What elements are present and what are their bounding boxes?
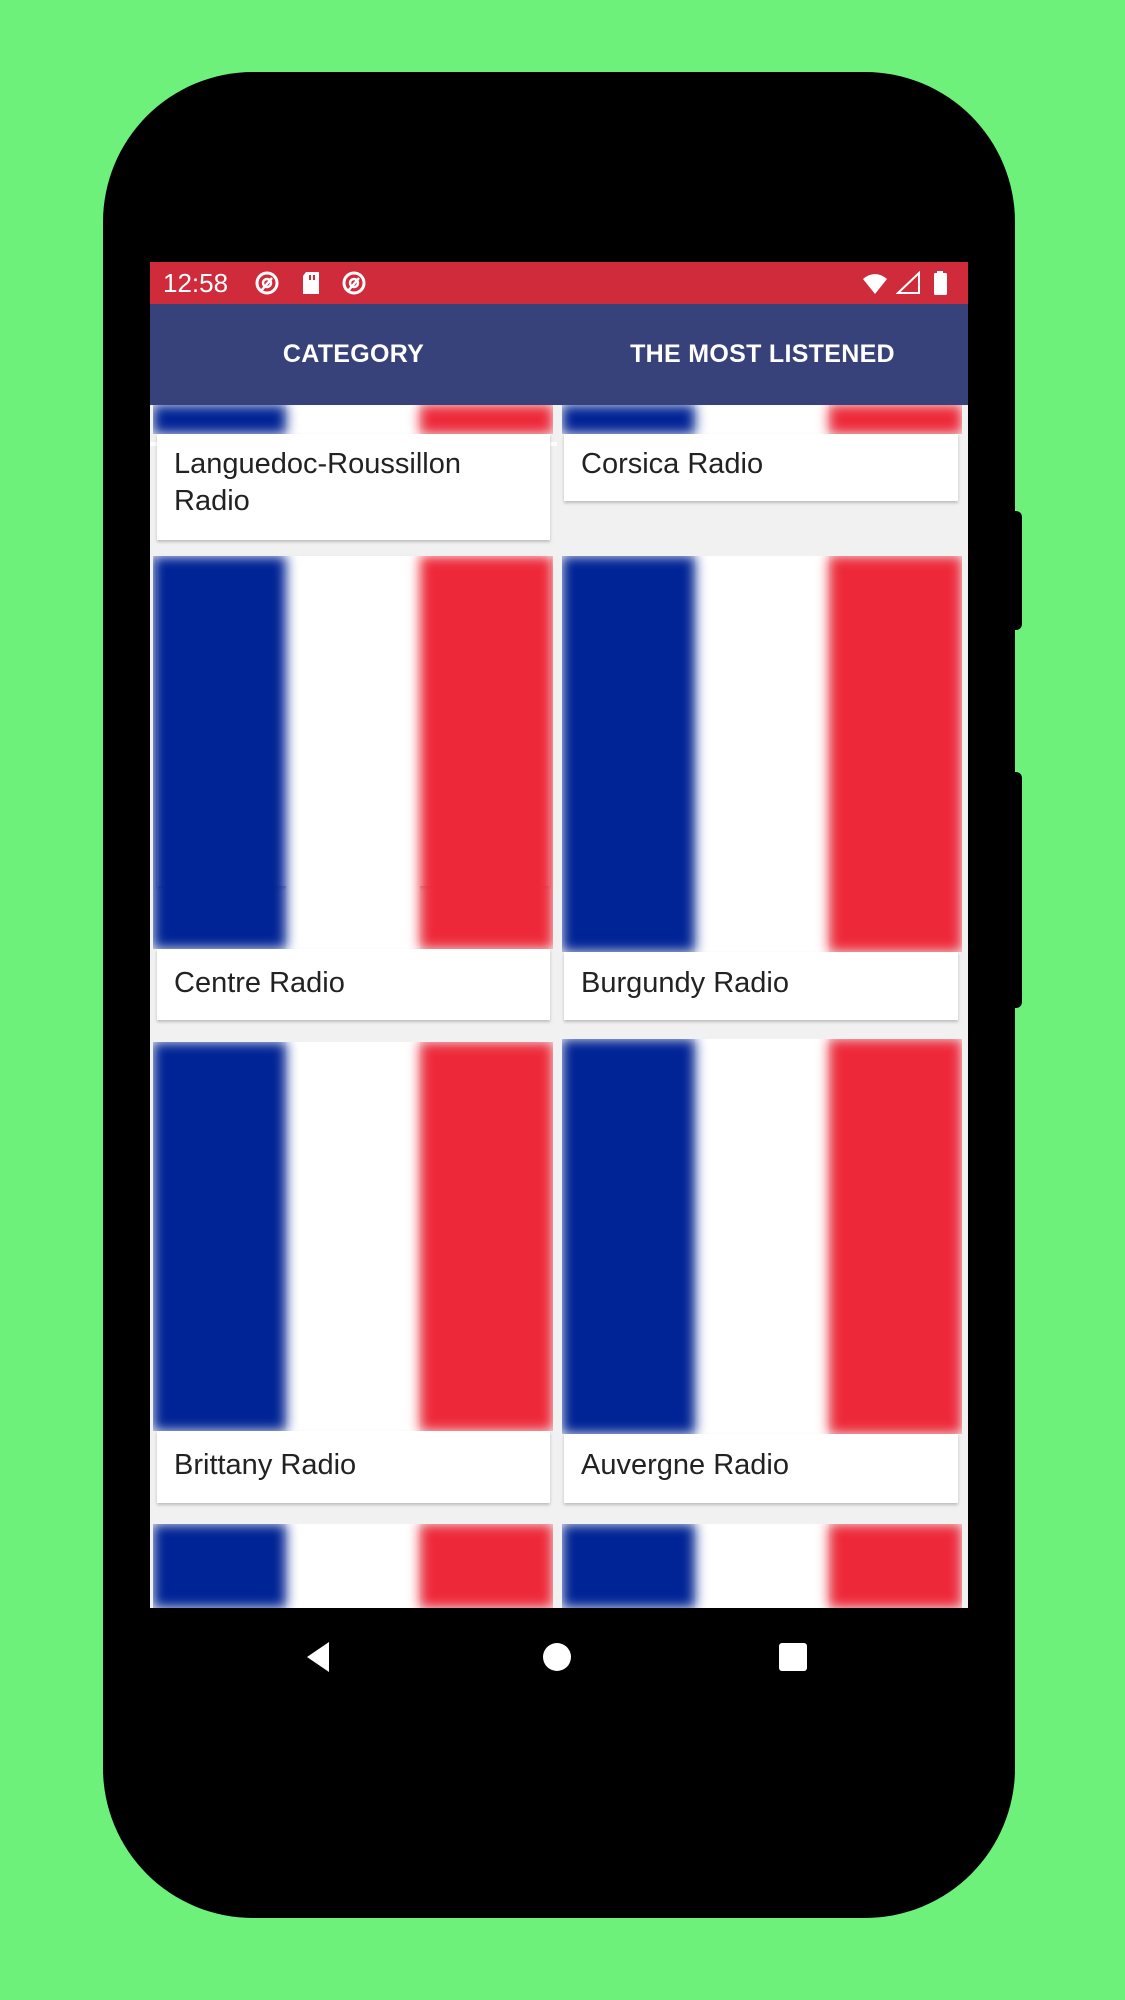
category-label: Centre Radio <box>174 967 345 999</box>
category-grid[interactable]: Languedoc-Roussillon Radio Corsica Radio… <box>150 405 968 1608</box>
flag-image <box>153 556 553 949</box>
category-card-corsica[interactable]: Corsica Radio <box>564 434 958 501</box>
category-card-centre-label[interactable]: Centre Radio <box>157 949 550 1020</box>
home-button[interactable] <box>517 1608 597 1705</box>
wifi-icon <box>863 274 887 294</box>
status-time: 12:58 <box>163 268 229 298</box>
category-card-partial[interactable] <box>153 1524 553 1608</box>
category-label: Burgundy Radio <box>581 967 789 999</box>
signal-icon <box>896 270 920 294</box>
power-button <box>1015 511 1022 630</box>
recents-icon <box>779 1642 807 1671</box>
flag-image <box>562 1039 962 1434</box>
category-label: Languedoc-Roussillon Radio <box>174 448 461 517</box>
recents-button[interactable] <box>753 1608 833 1705</box>
flag-image <box>153 1042 553 1431</box>
volume-button <box>1015 772 1022 1008</box>
tab-category-label: CATEGORY <box>282 340 425 368</box>
category-card-partial[interactable] <box>562 1524 962 1608</box>
battery-icon <box>934 271 947 295</box>
sd-card-icon <box>303 272 319 294</box>
back-icon <box>307 1641 329 1672</box>
category-card-languedoc-roussillon[interactable]: Languedoc-Roussillon Radio <box>157 434 550 540</box>
app-screen: 12:58 CATEGORY THE MOST LISTENED Langued… <box>150 262 968 1608</box>
home-icon <box>543 1642 571 1671</box>
sync-off-icon <box>255 271 279 295</box>
flag-image <box>562 556 962 952</box>
navigation-bar <box>150 1608 968 1705</box>
back-button[interactable] <box>278 1608 358 1705</box>
flag-image <box>562 405 962 434</box>
status-bar: 12:58 <box>150 262 968 304</box>
tab-bar: CATEGORY THE MOST LISTENED <box>150 304 968 446</box>
tab-most-listened-label: THE MOST LISTENED <box>630 340 895 368</box>
category-card-burgundy[interactable]: Burgundy Radio <box>564 952 958 1020</box>
tab-most-listened[interactable]: THE MOST LISTENED <box>557 304 968 405</box>
category-label: Corsica Radio <box>581 448 764 480</box>
category-card-brittany[interactable]: Brittany Radio <box>157 1431 550 1503</box>
tab-category[interactable]: CATEGORY <box>150 304 557 405</box>
category-label: Auvergne Radio <box>581 1449 789 1481</box>
sync-off-icon <box>342 271 366 295</box>
category-label: Brittany Radio <box>174 1449 357 1481</box>
category-card-auvergne[interactable]: Auvergne Radio <box>564 1434 958 1503</box>
flag-image <box>153 405 553 434</box>
